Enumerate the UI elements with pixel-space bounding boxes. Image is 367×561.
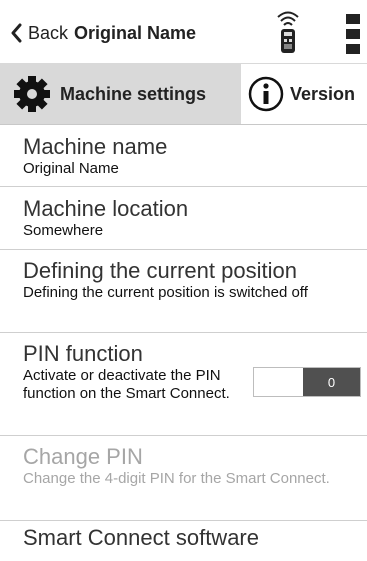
pin-function-toggle[interactable]: 0 (253, 367, 361, 397)
remote-control-icon[interactable] (273, 8, 303, 54)
kebab-menu-icon[interactable] (346, 14, 360, 54)
setting-value: Original Name (23, 160, 119, 177)
tab-version-label: Version (290, 83, 356, 104)
setting-value: Somewhere (23, 222, 104, 239)
setting-title: Machine name (23, 134, 168, 159)
setting-description: Change the 4-digit PIN for the Smart Con… (23, 470, 330, 487)
toggle-knob: 0 (303, 368, 360, 396)
page-title: Original Name (74, 22, 197, 43)
setting-title: Defining the current position (23, 258, 297, 283)
tab-machine-settings-label: Machine settings (60, 83, 207, 104)
setting-description: Defining the current position is switche… (23, 284, 308, 301)
gear-icon (14, 76, 50, 112)
info-icon (248, 76, 284, 112)
setting-description: Activate or deactivate the PIN function … (23, 367, 230, 402)
top-bar: Back Original Name (0, 0, 367, 64)
setting-title: PIN function (23, 341, 143, 366)
setting-machine-location[interactable]: Machine location Somewhere (0, 187, 367, 250)
setting-change-pin: Change PIN Change the 4-digit PIN for th… (0, 436, 367, 521)
setting-smart-connect-software[interactable]: Smart Connect software (0, 521, 367, 561)
setting-title: Change PIN (23, 444, 143, 469)
chevron-left-icon (11, 23, 22, 43)
tab-bar: Machine settings Version (0, 64, 367, 125)
setting-title: Smart Connect software (23, 525, 259, 550)
setting-title: Machine location (23, 196, 189, 221)
setting-current-position[interactable]: Defining the current position Defining t… (0, 250, 367, 333)
setting-machine-name[interactable]: Machine name Original Name (0, 125, 367, 187)
tab-machine-settings[interactable]: Machine settings (0, 64, 241, 124)
back-button[interactable]: Back Original Name (10, 18, 196, 48)
back-label: Back (28, 22, 69, 43)
tab-version[interactable]: Version (242, 64, 367, 124)
